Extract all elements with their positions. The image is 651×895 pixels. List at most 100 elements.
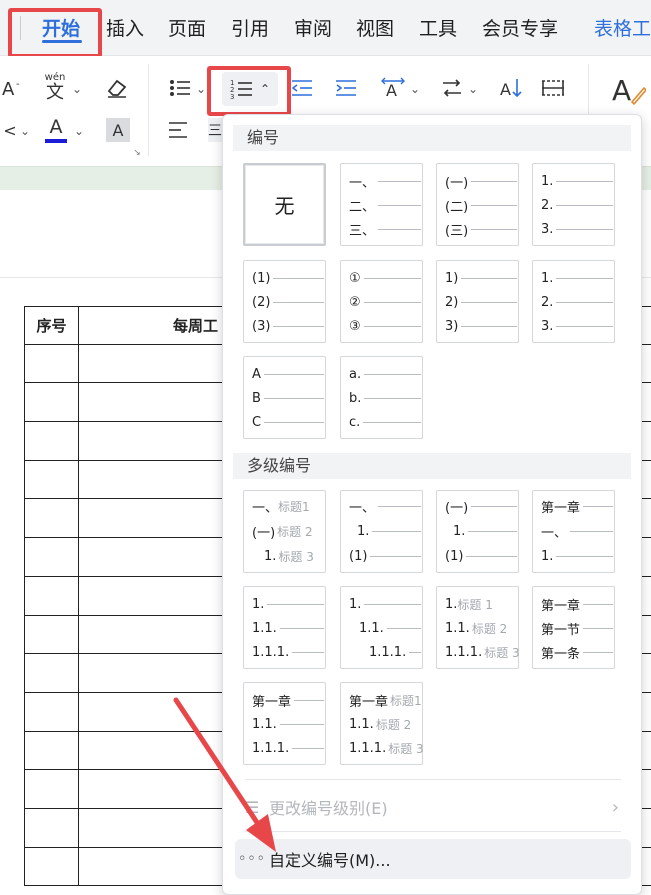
numbering-option-upper-alpha[interactable]: A B C bbox=[243, 356, 326, 439]
option-row-label: 第一章 bbox=[541, 500, 581, 516]
chevron-down-icon[interactable]: ⌄ bbox=[72, 82, 82, 96]
option-row-label: 2. bbox=[541, 294, 554, 310]
multilevel-option-chapter-section[interactable]: 第一章 第一节 第一条 bbox=[532, 586, 615, 669]
table-cell[interactable] bbox=[25, 692, 79, 731]
option-row-label: c. bbox=[349, 414, 361, 430]
multilevel-option-chapter[interactable]: 第一章 一、 1. bbox=[532, 490, 615, 573]
tab-insert[interactable]: 插入 bbox=[106, 14, 144, 41]
option-row-heading: 标题 2 bbox=[375, 717, 412, 732]
option-row-label: ① bbox=[349, 270, 361, 286]
numbering-option-none[interactable]: 无 bbox=[243, 163, 326, 246]
svg-text:A: A bbox=[500, 80, 511, 99]
multilevel-option-paren[interactable]: (一) 1. (1) bbox=[436, 490, 519, 573]
align-center-icon[interactable]: 三 bbox=[208, 118, 222, 142]
change-level-menu-item[interactable]: ☰ 更改编号级别(E) › bbox=[235, 787, 631, 827]
increase-indent-icon[interactable] bbox=[332, 74, 360, 102]
tab-references[interactable]: 引用 bbox=[231, 14, 269, 41]
custom-numbering-menu-item[interactable]: ◦◦◦ 自定义编号(M)... bbox=[235, 839, 631, 879]
character-shading-button[interactable]: A bbox=[106, 118, 130, 142]
option-row-label: 一、 bbox=[252, 500, 279, 516]
option-row-label: 1.1.1. bbox=[369, 644, 407, 660]
more-dots-icon: ◦◦◦ bbox=[238, 851, 266, 867]
option-row-label: 1. bbox=[349, 596, 362, 612]
multilevel-option-decimal[interactable]: 1. 1.1. 1.1.1. bbox=[243, 586, 326, 669]
multilevel-option-cn-heading[interactable]: 一、 标题1 (一) 标题 2 1. 标题 3 bbox=[243, 490, 326, 573]
decrease-indent-icon[interactable] bbox=[288, 74, 316, 102]
eraser-icon[interactable] bbox=[102, 74, 132, 102]
numbering-option-cn-paren[interactable]: (一) (二) (三) bbox=[436, 163, 519, 246]
numbering-option-paren-arabic[interactable]: (1) (2) (3) bbox=[243, 260, 326, 343]
numbering-option-circled[interactable]: ① ② ③ bbox=[340, 260, 423, 343]
font-color-button[interactable]: A bbox=[42, 114, 70, 146]
option-row-label: 1. bbox=[453, 523, 466, 539]
table-cell[interactable] bbox=[25, 538, 79, 576]
option-row-label: 1. bbox=[357, 523, 370, 539]
option-row-label: 1. bbox=[252, 596, 265, 612]
table-cell[interactable] bbox=[25, 499, 79, 538]
multilevel-option-chapter-decimal[interactable]: 第一章 1.1. 1.1.1. bbox=[243, 682, 326, 765]
table-header-cell-index[interactable]: 序号 bbox=[25, 307, 79, 344]
text-direction-icon[interactable]: A bbox=[378, 74, 408, 102]
table-cell[interactable] bbox=[25, 460, 79, 499]
table-cell[interactable] bbox=[25, 422, 79, 460]
table-cell[interactable] bbox=[25, 654, 79, 692]
option-row-label: 一、 bbox=[541, 525, 568, 541]
option-row-heading: 标题 2 bbox=[277, 524, 313, 539]
table-cell[interactable] bbox=[25, 731, 79, 770]
tab-member[interactable]: 会员专享 bbox=[482, 14, 558, 41]
line-spacing-icon[interactable] bbox=[438, 74, 466, 102]
option-row-heading: 标题1 bbox=[278, 499, 310, 514]
tab-tools[interactable]: 工具 bbox=[419, 14, 457, 41]
dialog-launcher-icon[interactable]: ↘ bbox=[132, 148, 142, 158]
table-grid-icon[interactable] bbox=[538, 74, 568, 102]
option-row-label: (2) bbox=[252, 294, 271, 310]
table-cell[interactable] bbox=[25, 615, 79, 654]
text-style-icon[interactable]: A bbox=[608, 70, 648, 110]
option-row-label: 3. bbox=[541, 221, 554, 237]
chevron-down-icon[interactable]: ⌄ bbox=[74, 124, 84, 138]
pinyin-guide-button[interactable]: wén 文 bbox=[40, 70, 70, 106]
numbering-option-cn-comma[interactable]: 一、 二、 三、 bbox=[340, 163, 423, 246]
option-row-label: 第一章 bbox=[541, 598, 581, 614]
option-row-label: 第一节 bbox=[541, 622, 581, 638]
font-size-decrease-icon[interactable]: A- bbox=[0, 74, 28, 102]
bullet-list-icon[interactable] bbox=[166, 74, 194, 102]
table-cell[interactable] bbox=[25, 344, 79, 383]
option-row-label: 3) bbox=[445, 318, 459, 334]
multilevel-option-cn-plain[interactable]: 一、 1. (1) bbox=[340, 490, 423, 573]
tab-layout[interactable]: 页面 bbox=[168, 14, 206, 41]
option-row-label: 1.1. bbox=[359, 620, 384, 636]
highlight-numbering-button bbox=[207, 66, 291, 116]
numbering-option-right-paren[interactable]: 1) 2) 3) bbox=[436, 260, 519, 343]
table-cell[interactable] bbox=[25, 770, 79, 808]
numbering-option-arabic-dot[interactable]: 1. 2. 3. bbox=[532, 163, 615, 246]
multilevel-option-decimal-indent[interactable]: 1. 1.1. 1.1.1. bbox=[340, 586, 423, 669]
numbering-option-arabic-dot-2[interactable]: 1. 2. 3. bbox=[532, 260, 615, 343]
option-row-label: 1.1.1. bbox=[252, 644, 290, 660]
table-cell[interactable] bbox=[25, 808, 79, 847]
option-row-label: 三、 bbox=[349, 223, 376, 239]
font-color-swatch bbox=[45, 139, 67, 143]
chevron-down-icon[interactable]: ⌄ bbox=[410, 82, 420, 96]
tab-review[interactable]: 审阅 bbox=[294, 14, 332, 41]
numbering-option-lower-alpha[interactable]: a. b. c. bbox=[340, 356, 423, 439]
table-cell[interactable] bbox=[25, 847, 79, 886]
sort-icon[interactable]: A bbox=[496, 74, 526, 102]
multilevel-option-decimal-heading[interactable]: 1. 标题 1 1.1. 标题 2 1.1.1. 标题 3 bbox=[436, 586, 520, 669]
chevron-down-icon[interactable]: ⌄ bbox=[196, 82, 206, 96]
highlight-home-tab bbox=[8, 8, 102, 58]
option-row-label: 1. bbox=[541, 173, 554, 189]
option-row-label: 第一条 bbox=[541, 646, 581, 662]
strikethrough-icon[interactable]: < bbox=[0, 116, 20, 144]
align-left-icon[interactable] bbox=[166, 118, 190, 142]
option-row-label: 二、 bbox=[349, 199, 376, 215]
tab-table-tools[interactable]: 表格工 bbox=[594, 14, 651, 41]
multilevel-option-chapter-heading[interactable]: 第一章 标题1 1.1. 标题 2 1.1.1. 标题 3 bbox=[340, 682, 424, 765]
table-cell[interactable] bbox=[25, 576, 79, 615]
chevron-down-icon[interactable]: ⌄ bbox=[20, 124, 30, 138]
table-cell[interactable] bbox=[25, 383, 79, 422]
chevron-down-icon[interactable]: ⌄ bbox=[468, 82, 478, 96]
option-row-label: 一、 bbox=[349, 500, 376, 516]
option-row-label: (1) bbox=[445, 548, 464, 564]
tab-view[interactable]: 视图 bbox=[356, 14, 394, 41]
